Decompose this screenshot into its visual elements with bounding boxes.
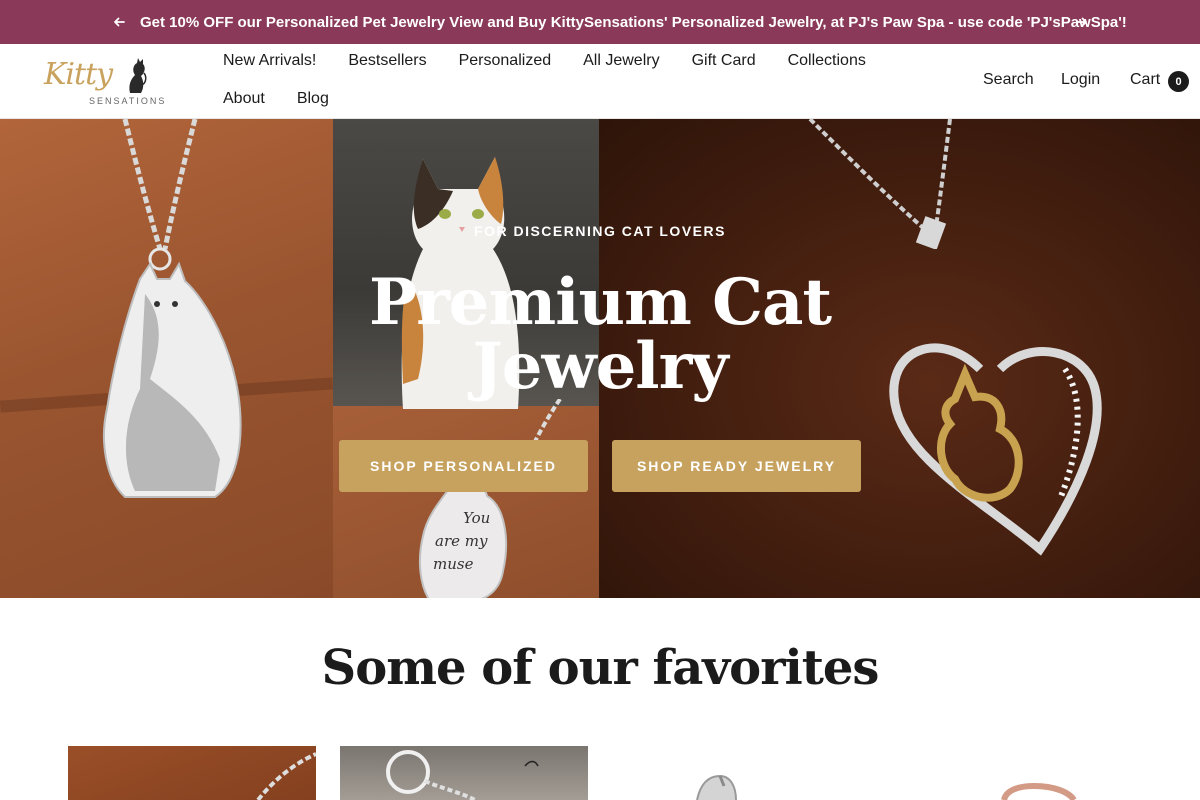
product-card[interactable] xyxy=(340,746,588,800)
hero-title-line-2: Jewelry xyxy=(472,329,728,404)
hero-banner: You are my muse FOR DISCERNING CAT LOVER… xyxy=(0,119,1200,598)
cart-link[interactable]: Cart xyxy=(1130,71,1160,89)
arrow-right-icon xyxy=(1076,17,1087,27)
tag-line-1: You xyxy=(463,509,490,527)
cat-portrait-pendant-icon xyxy=(103,247,242,498)
shop-ready-jewelry-button[interactable]: SHOP READY JEWELRY xyxy=(612,440,861,492)
product-image-keyring-icon xyxy=(386,750,539,800)
cart-count-badge[interactable]: 0 xyxy=(1168,71,1189,92)
site-logo[interactable]: Kitty SENSATIONS xyxy=(44,53,176,111)
hero-title: Premium Cat Jewelry xyxy=(360,271,840,399)
logo-script: Kitty xyxy=(44,57,113,92)
logo-subtitle: SENSATIONS xyxy=(89,96,167,106)
cat-logo-icon xyxy=(129,58,147,93)
announcement-prev-button[interactable] xyxy=(108,11,130,33)
announcement-text[interactable]: Get 10% OFF our Personalized Pet Jewelry… xyxy=(140,14,1127,31)
product-image-rose-gold-icon xyxy=(1001,782,1077,800)
search-link[interactable]: Search xyxy=(983,71,1034,89)
nav-all-jewelry[interactable]: All Jewelry xyxy=(583,52,659,70)
hero-eyebrow: FOR DISCERNING CAT LOVERS xyxy=(474,223,726,239)
product-card[interactable] xyxy=(884,746,1132,800)
shop-personalized-button[interactable]: SHOP PERSONALIZED xyxy=(339,440,588,492)
product-image-silver-cat-icon xyxy=(696,774,737,800)
nav-collections[interactable]: Collections xyxy=(788,52,866,70)
announcement-next-button[interactable] xyxy=(1071,11,1093,33)
nav-personalized[interactable]: Personalized xyxy=(459,52,552,70)
site-header: Kitty SENSATIONS New Arrivals! Bestselle… xyxy=(0,44,1200,119)
nav-about[interactable]: About xyxy=(223,90,265,108)
nav-bestsellers[interactable]: Bestsellers xyxy=(348,52,426,70)
main-nav-row-2: About Blog xyxy=(223,90,329,108)
chain-right-icon xyxy=(808,119,952,249)
heart-cat-pendant-icon xyxy=(889,343,1102,556)
nav-gift-card[interactable]: Gift Card xyxy=(692,52,756,70)
product-image-chain-icon xyxy=(256,752,316,800)
product-card[interactable] xyxy=(68,746,316,800)
announcement-bar: Get 10% OFF our Personalized Pet Jewelry… xyxy=(0,0,1200,44)
nav-blog[interactable]: Blog xyxy=(297,90,329,108)
login-link[interactable]: Login xyxy=(1061,71,1100,89)
tag-line-2: are my xyxy=(435,532,488,550)
hero-title-line-1: Premium Cat xyxy=(368,265,832,340)
arrow-left-icon xyxy=(114,17,125,27)
favorites-heading: Some of our favorites xyxy=(321,640,880,696)
nav-new-arrivals[interactable]: New Arrivals! xyxy=(223,52,316,70)
main-nav: New Arrivals! Bestsellers Personalized A… xyxy=(223,52,866,70)
tag-line-3: muse xyxy=(433,555,474,573)
product-card[interactable] xyxy=(612,746,860,800)
